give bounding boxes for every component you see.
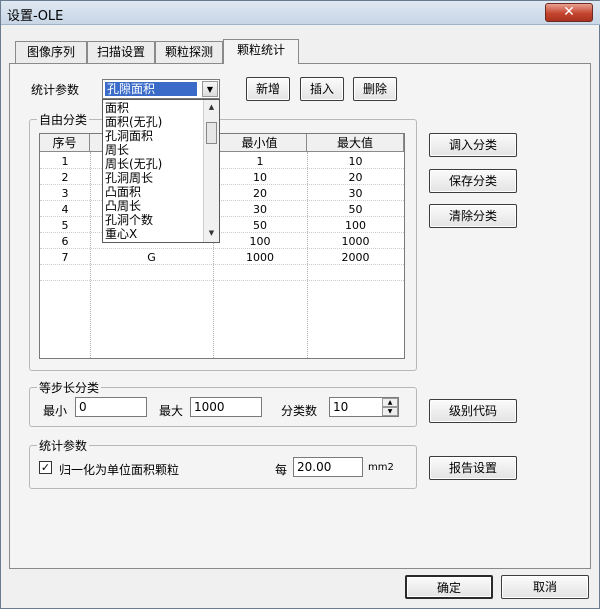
- dropdown-option[interactable]: 面积(无孔): [105, 116, 203, 129]
- cell-index: 1: [61, 155, 69, 168]
- max-input[interactable]: 1000: [190, 397, 262, 417]
- dropdown-scrollbar[interactable]: ▲ ▼: [203, 100, 219, 242]
- cell-max: 2000: [341, 251, 370, 264]
- scroll-thumb[interactable]: [206, 122, 217, 144]
- cell-index: 5: [61, 219, 69, 232]
- classify-table[interactable]: 序号 最小值 最大值 1 1 10 2 10 20 3 20 30 4 30 5…: [39, 133, 405, 359]
- cell-max: 10: [348, 155, 363, 168]
- min-input[interactable]: 0: [75, 397, 147, 417]
- count-label: 分类数: [281, 404, 318, 418]
- table-row[interactable]: 2 10 20: [40, 170, 404, 186]
- dropdown-option[interactable]: 面积: [105, 102, 203, 115]
- stat-param-combo[interactable]: 孔隙面积 ▼: [102, 79, 220, 99]
- cell-index: 7: [61, 251, 69, 264]
- level-code-button[interactable]: 级别代码: [429, 399, 517, 423]
- cell-name: G: [147, 251, 156, 264]
- tab-scan-settings[interactable]: 扫描设置: [87, 41, 155, 63]
- dropdown-option[interactable]: 周长: [105, 144, 203, 157]
- cell-min: 30: [253, 203, 267, 216]
- table-row[interactable]: 6 100 1000: [40, 234, 404, 250]
- min-label: 最小: [43, 404, 68, 418]
- spin-down-icon[interactable]: ▼: [382, 407, 398, 416]
- table-row[interactable]: 1 1 10: [40, 154, 404, 170]
- dropdown-option[interactable]: 孔洞个数: [105, 214, 203, 227]
- cell-min: 50: [253, 219, 267, 232]
- cell-max: 50: [348, 203, 363, 216]
- settings-dialog: 设置-OLE ✕ 图像序列 扫描设置 颗粒探测 颗粒统计 统计参数 孔隙面积 ▼…: [0, 0, 600, 609]
- table-header: 序号 最小值 最大值: [40, 134, 404, 152]
- add-button[interactable]: 新增: [246, 77, 290, 101]
- tab-particle-stats[interactable]: 颗粒统计: [223, 39, 299, 64]
- max-label: 最大: [159, 404, 184, 418]
- tab-particle-detect[interactable]: 颗粒探测: [155, 41, 223, 63]
- spin-up-icon[interactable]: ▲: [382, 398, 398, 407]
- cell-min: 10: [253, 171, 267, 184]
- dropdown-option[interactable]: 凸周长: [105, 200, 203, 213]
- table-row[interactable]: 5 50 100: [40, 218, 404, 234]
- close-button[interactable]: ✕: [545, 3, 593, 22]
- cell-max: 100: [345, 219, 366, 232]
- stat-param-group-title: 统计参数: [37, 437, 90, 454]
- insert-button[interactable]: 插入: [300, 77, 344, 101]
- col-min: 最小值: [213, 134, 307, 152]
- cell-max: 30: [348, 187, 363, 200]
- normalize-checkbox[interactable]: ✓: [39, 461, 52, 474]
- ok-button[interactable]: 确定: [405, 575, 493, 599]
- cell-min: 100: [249, 235, 271, 248]
- dropdown-option[interactable]: 重心X: [105, 228, 203, 241]
- scroll-up-icon[interactable]: ▲: [205, 101, 218, 114]
- step-classify-title: 等步长分类: [37, 379, 102, 396]
- col-index: 序号: [40, 134, 90, 152]
- cell-min: 1000: [246, 251, 274, 264]
- col-max: 最大值: [307, 134, 404, 152]
- cancel-button[interactable]: 取消: [501, 575, 589, 599]
- table-row[interactable]: 3 20 30: [40, 186, 404, 202]
- per-area-input[interactable]: 20.00: [293, 457, 363, 477]
- dropdown-option[interactable]: 孔洞面积: [105, 130, 203, 143]
- stat-param-selected: 孔隙面积: [105, 82, 197, 96]
- cell-index: 6: [61, 235, 69, 248]
- unit-label: mm2: [368, 462, 394, 473]
- chevron-down-icon[interactable]: ▼: [202, 81, 218, 97]
- cell-min: 1: [256, 155, 264, 168]
- report-settings-button[interactable]: 报告设置: [429, 456, 517, 480]
- clear-classify-button[interactable]: 清除分类: [429, 204, 517, 228]
- tab-image-sequence[interactable]: 图像序列: [15, 41, 87, 63]
- normalize-label: 归一化为单位面积颗粒: [59, 463, 180, 477]
- cell-max: 1000: [341, 235, 370, 248]
- delete-button[interactable]: 删除: [353, 77, 397, 101]
- window-title: 设置-OLE: [7, 9, 64, 24]
- dropdown-option[interactable]: 凸面积: [105, 186, 203, 199]
- cell-min: 20: [253, 187, 267, 200]
- free-classify-title: 自由分类: [37, 111, 90, 128]
- stat-param-label: 统计参数: [31, 83, 80, 97]
- save-classify-button[interactable]: 保存分类: [429, 169, 517, 193]
- cell-index: 3: [61, 187, 69, 200]
- cell-max: 20: [348, 171, 363, 184]
- load-classify-button[interactable]: 调入分类: [429, 133, 517, 157]
- table-row[interactable]: 7 G 1000 2000: [40, 250, 404, 266]
- per-label: 每: [275, 463, 288, 477]
- cell-index: 4: [61, 203, 69, 216]
- dropdown-option[interactable]: 孔洞周长: [105, 172, 203, 185]
- stat-param-dropdown[interactable]: 面积 面积(无孔) 孔洞面积 周长 周长(无孔) 孔洞周长 凸面积 凸周长 孔洞…: [102, 99, 220, 243]
- title-bar: 设置-OLE ✕: [1, 1, 600, 25]
- dropdown-option[interactable]: 周长(无孔): [105, 158, 203, 171]
- cell-index: 2: [61, 171, 69, 184]
- scroll-down-icon[interactable]: ▼: [205, 227, 218, 240]
- table-row[interactable]: 4 30 50: [40, 202, 404, 218]
